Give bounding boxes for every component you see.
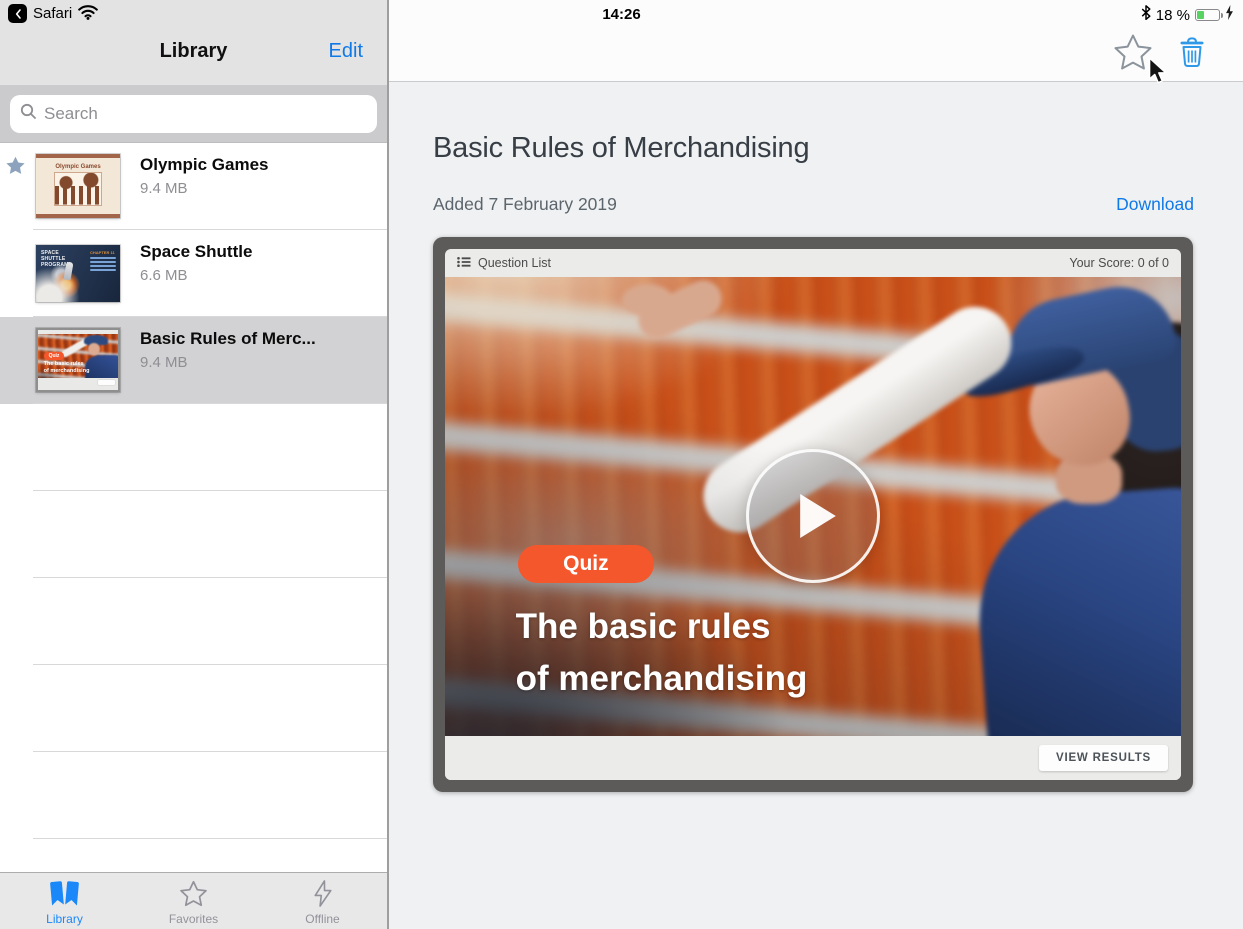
list-item-space-shuttle[interactable]: SPACE SHUTTLE PROGRAM CHAPTER 11 Space S… xyxy=(0,230,387,317)
search-strip xyxy=(0,85,387,143)
list-item-basic-rules[interactable]: Quiz The basic rules of merchandising Ba… xyxy=(0,317,387,404)
charging-bolt-icon xyxy=(1225,5,1234,25)
empty-row xyxy=(0,491,387,578)
player-top-bar: Question List Your Score: 0 of 0 xyxy=(445,249,1181,277)
play-icon xyxy=(799,494,837,538)
empty-row xyxy=(0,665,387,752)
search-input[interactable] xyxy=(44,104,367,124)
favorite-star-badge xyxy=(5,155,26,175)
question-list-button[interactable]: Question List xyxy=(457,256,551,271)
item-size: 9.4 MB xyxy=(140,180,188,197)
slide-image: Quiz The basic rules of merchandising xyxy=(445,277,1181,736)
score-label: Your Score: 0 of 0 xyxy=(1069,256,1169,270)
presentation-list: Olympic Games Olympic Games 9.4 MB SPACE… xyxy=(0,143,387,872)
shuttle-chapter-block: CHAPTER 11 xyxy=(90,250,116,273)
added-date-label: Added 7 February 2019 xyxy=(433,194,617,215)
item-thumbnail: Olympic Games xyxy=(36,154,120,218)
item-title: Space Shuttle xyxy=(140,242,380,262)
bottom-tab-bar: Library Favorites Offline xyxy=(0,872,387,929)
view-results-button[interactable]: VIEW RESULTS xyxy=(1039,745,1168,771)
library-book-icon xyxy=(49,880,80,910)
edit-button[interactable]: Edit xyxy=(329,40,363,63)
status-indicators: 18 % xyxy=(1141,5,1234,25)
tab-favorites[interactable]: Favorites xyxy=(129,873,258,929)
player-bottom-bar: VIEW RESULTS xyxy=(445,736,1181,780)
detail-pane: Basic Rules of Merchandising Added 7 Feb… xyxy=(389,0,1243,929)
battery-icon xyxy=(1195,9,1220,21)
item-title: Basic Rules of Merc... xyxy=(140,329,380,349)
item-size: 9.4 MB xyxy=(140,354,188,371)
star-icon xyxy=(179,880,208,910)
detail-content: Basic Rules of Merchandising Added 7 Feb… xyxy=(389,82,1243,792)
empty-row xyxy=(0,578,387,665)
tab-offline[interactable]: Offline xyxy=(258,873,387,929)
list-item-olympic-games[interactable]: Olympic Games Olympic Games 9.4 MB xyxy=(0,143,387,230)
item-size: 6.6 MB xyxy=(140,267,188,284)
player: Question List Your Score: 0 of 0 xyxy=(445,249,1181,780)
delete-button[interactable] xyxy=(1177,36,1207,71)
lightning-bolt-icon xyxy=(312,880,334,910)
bluetooth-icon xyxy=(1141,5,1151,25)
status-time: 14:26 xyxy=(0,6,1243,23)
quiz-badge: Quiz xyxy=(518,545,654,583)
empty-row xyxy=(0,404,387,491)
sidebar: Library Edit Olympic Games Ol xyxy=(0,0,389,929)
presentation-title: Basic Rules of Merchandising xyxy=(433,132,1194,165)
search-icon xyxy=(20,103,37,125)
screen: Library Edit Olympic Games Ol xyxy=(0,0,1243,929)
item-title: Olympic Games xyxy=(140,155,380,175)
item-thumbnail: SPACE SHUTTLE PROGRAM CHAPTER 11 xyxy=(36,245,120,302)
favorite-star-button[interactable] xyxy=(1113,33,1153,74)
slide-title: The basic rules of merchandising xyxy=(516,601,808,705)
play-button[interactable] xyxy=(746,449,880,583)
search-field[interactable] xyxy=(10,95,377,133)
download-link[interactable]: Download xyxy=(1116,194,1194,215)
empty-row xyxy=(0,752,387,839)
item-thumbnail: Quiz The basic rules of merchandising xyxy=(36,328,120,392)
player-frame: Question List Your Score: 0 of 0 xyxy=(433,237,1193,792)
status-bar: Safari 14:26 18 % xyxy=(0,0,1243,28)
battery-percent: 18 % xyxy=(1156,7,1190,24)
question-list-icon xyxy=(457,256,471,271)
tab-library[interactable]: Library xyxy=(0,873,129,929)
olympic-art xyxy=(55,173,101,205)
